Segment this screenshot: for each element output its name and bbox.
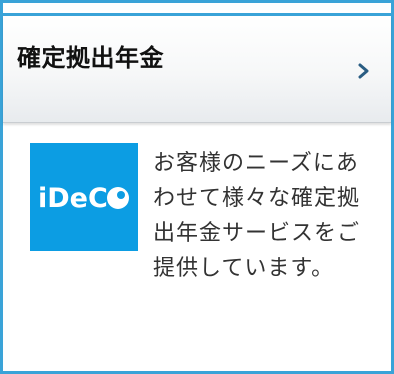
ideco-logo-mark: iDeC	[38, 183, 129, 214]
card-title: 確定拠出年金	[17, 44, 164, 72]
ideco-logo: iDeC	[30, 143, 138, 251]
svg-text:iDeC: iDeC	[38, 183, 108, 214]
card-description: お客様のニーズにあわせて様々な確定拠出年金サービスをご提供しています。	[153, 151, 361, 281]
chevron-right-icon	[358, 63, 369, 79]
ideco-card: 確定拠出年金 iDeC お客様のニーズにあわせて様々な確定拠出年金サービスをご提…	[0, 0, 394, 374]
card-header-link[interactable]: 確定拠出年金	[3, 16, 391, 123]
